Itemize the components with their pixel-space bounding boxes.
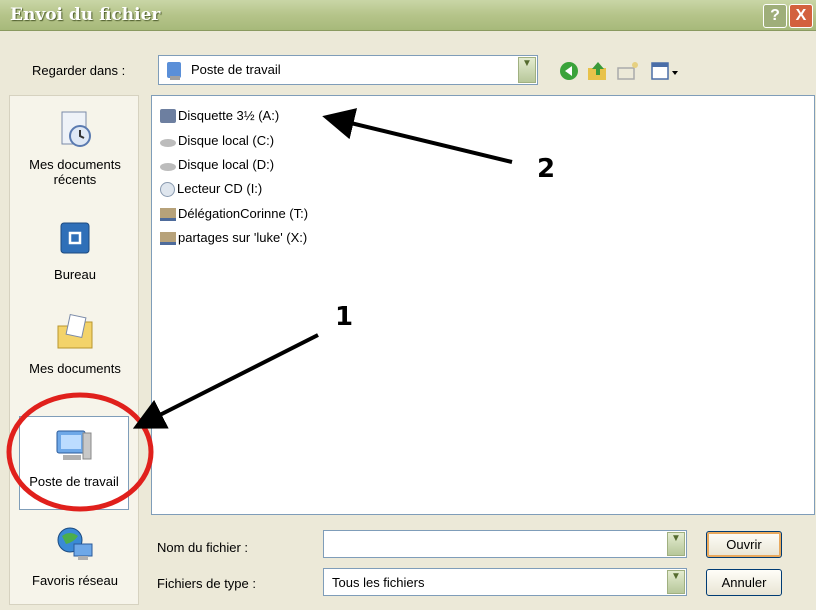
highlight-circle (6, 392, 154, 512)
annotation-number-2: 2 (537, 154, 556, 184)
annotation-number-1: 1 (335, 302, 354, 332)
annotation-overlay (6, 108, 513, 512)
arrow-2 (322, 108, 513, 164)
arrow-1 (132, 333, 319, 429)
